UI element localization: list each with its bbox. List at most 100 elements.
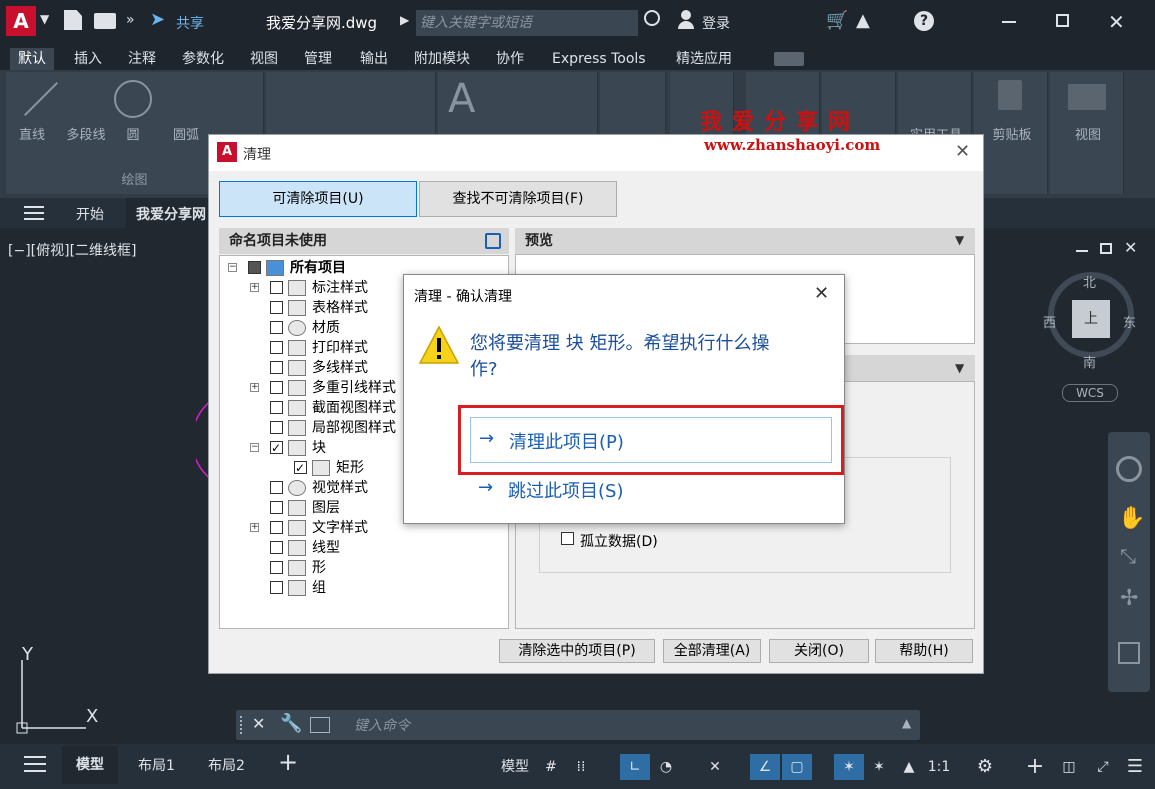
viewport-restore-icon[interactable] — [1100, 243, 1112, 254]
tree-checkbox[interactable] — [270, 581, 283, 594]
doc-tab-file[interactable]: 我爱分享网 — [126, 198, 216, 228]
open-folder-icon[interactable] — [94, 13, 116, 29]
fullscreen-icon[interactable]: ⤢ — [1090, 754, 1116, 780]
line-tool[interactable]: 直线 — [14, 124, 50, 143]
tab-annotate[interactable]: 注释 — [120, 48, 164, 70]
new-file-icon[interactable] — [64, 10, 82, 30]
more-icon[interactable]: » — [126, 12, 135, 28]
osnap-icon[interactable]: ✕ — [702, 754, 728, 780]
polar-icon[interactable]: ◔ — [652, 754, 680, 780]
share-icon[interactable]: ➤ — [150, 9, 165, 30]
tab-view[interactable]: 视图 — [242, 48, 286, 70]
purge-selected-button[interactable]: 清除选中的项目(P) — [499, 639, 655, 663]
isolate-icon[interactable]: ◫ — [1056, 754, 1082, 780]
annotation-scale-icon[interactable]: ▲ — [896, 754, 922, 780]
purge-all-button[interactable]: 全部清理(A) — [663, 639, 761, 663]
tab-addins[interactable]: 附加模块 — [406, 48, 478, 70]
collapse-icon[interactable]: − — [228, 263, 237, 272]
text-icon[interactable]: A — [448, 76, 475, 122]
help-button[interactable]: 帮助(H) — [875, 639, 973, 663]
help-icon[interactable]: ? — [914, 11, 934, 31]
tab-collaborate[interactable]: 协作 — [488, 48, 532, 70]
plus-icon[interactable]: + — [1022, 754, 1048, 780]
search-input[interactable]: 键入关键字或短语 — [416, 10, 638, 36]
share-label[interactable]: 共享 — [176, 13, 204, 33]
viewport-label[interactable]: [−][俯视][二维线框] — [8, 240, 137, 260]
customize-status-icon[interactable]: ☰ — [1122, 754, 1148, 780]
layout-menu-icon[interactable] — [24, 756, 46, 772]
tab-purgeable[interactable]: 可清除项目(U) — [219, 181, 417, 217]
model-space-button[interactable]: 模型 — [496, 754, 534, 780]
command-prompt-icon[interactable] — [310, 717, 330, 733]
viewcube-top[interactable]: 上 — [1072, 300, 1110, 338]
viewport-minimize-icon[interactable] — [1076, 250, 1088, 252]
command-history-icon[interactable]: ▲ — [902, 716, 911, 730]
orphan-checkbox[interactable] — [561, 532, 574, 545]
preview-collapse-icon[interactable]: ▼ — [955, 233, 964, 247]
doc-tab-start[interactable]: 开始 — [76, 204, 104, 224]
tree-checkbox[interactable] — [270, 541, 283, 554]
tree-row[interactable]: 组 — [250, 578, 500, 598]
cart-icon[interactable]: 🛒 — [826, 10, 848, 31]
polyline-tool[interactable]: 多段线 — [58, 124, 114, 143]
minimize-icon[interactable] — [1002, 21, 1016, 23]
tree-checkbox[interactable] — [248, 261, 261, 274]
sort-icon[interactable] — [485, 233, 501, 249]
expand-icon[interactable]: + — [250, 523, 259, 532]
expand-icon[interactable]: + — [250, 383, 259, 392]
tab-non-purgeable[interactable]: 查找不可清除项目(F) — [419, 181, 617, 217]
tab-parametric[interactable]: 参数化 — [174, 48, 232, 70]
tree-checkbox[interactable] — [270, 521, 283, 534]
tab-insert[interactable]: 插入 — [66, 48, 110, 70]
user-icon[interactable] — [678, 10, 694, 30]
menu-icon[interactable] — [24, 206, 44, 220]
tree-checkbox[interactable] — [270, 421, 283, 434]
circle-tool[interactable]: 圆 — [118, 124, 148, 143]
tree-checkbox[interactable] — [294, 458, 307, 478]
scale-label[interactable]: 1:1 — [926, 754, 952, 780]
tree-checkbox[interactable] — [270, 561, 283, 574]
tree-checkbox[interactable] — [270, 501, 283, 514]
close-button[interactable]: 关闭(O) — [769, 639, 869, 663]
compass-east[interactable]: 东 — [1123, 312, 1136, 331]
tree-checkbox[interactable] — [270, 341, 283, 354]
snap-icon[interactable]: ⁞⁞ — [568, 754, 594, 780]
ribbon-options-icon[interactable] — [774, 52, 804, 66]
tree-checkbox[interactable] — [270, 401, 283, 414]
close-icon[interactable]: ✕ — [1108, 10, 1125, 34]
showmotion-icon[interactable] — [1118, 642, 1140, 664]
tab-express-tools[interactable]: Express Tools — [544, 48, 654, 70]
autodesk-icon[interactable]: ▲ — [856, 10, 870, 31]
compass-south[interactable]: 南 — [1083, 352, 1096, 371]
tab-manage[interactable]: 管理 — [296, 48, 340, 70]
tab-featured-apps[interactable]: 精选应用 — [668, 48, 740, 70]
tree-checkbox[interactable] — [270, 281, 283, 294]
orphan-label[interactable]: 孤立数据(D) — [580, 531, 658, 551]
search-icon[interactable] — [644, 10, 660, 26]
tree-checkbox[interactable] — [270, 381, 283, 394]
add-layout-icon[interactable]: + — [278, 748, 298, 776]
tree-checkbox[interactable] — [270, 361, 283, 374]
clipboard-tool[interactable]: 剪贴板 — [980, 124, 1044, 143]
tab-output[interactable]: 输出 — [352, 48, 396, 70]
close-cmd-icon[interactable]: ✕ — [252, 714, 265, 733]
layout-tab-layout2[interactable]: 布局2 — [208, 755, 245, 775]
layout-tab-model[interactable]: 模型 — [62, 746, 118, 784]
options-collapse-icon[interactable]: ▼ — [955, 361, 964, 375]
tree-checkbox[interactable] — [270, 301, 283, 314]
tree-checkbox[interactable] — [270, 438, 283, 458]
purge-close-icon[interactable]: ✕ — [955, 141, 970, 162]
dynamic-input-icon[interactable]: ∠ — [750, 754, 780, 780]
tree-row[interactable]: 线型 — [250, 538, 500, 558]
chevron-down-icon[interactable]: ▼ — [40, 12, 49, 26]
tree-row[interactable]: 形 — [250, 558, 500, 578]
command-input[interactable]: 键入命令 — [354, 715, 410, 735]
app-logo[interactable]: A — [6, 6, 36, 36]
layout-tab-layout1[interactable]: 布局1 — [138, 755, 175, 775]
arc-tool[interactable]: 圆弧 — [166, 124, 206, 143]
tab-default[interactable]: 默认 — [10, 48, 54, 70]
zoom-icon[interactable]: ⤡ — [1120, 544, 1136, 568]
pan-icon[interactable]: ✋ — [1118, 506, 1145, 531]
compass-north[interactable]: 北 — [1083, 272, 1096, 291]
login-label[interactable]: 登录 — [702, 13, 730, 33]
